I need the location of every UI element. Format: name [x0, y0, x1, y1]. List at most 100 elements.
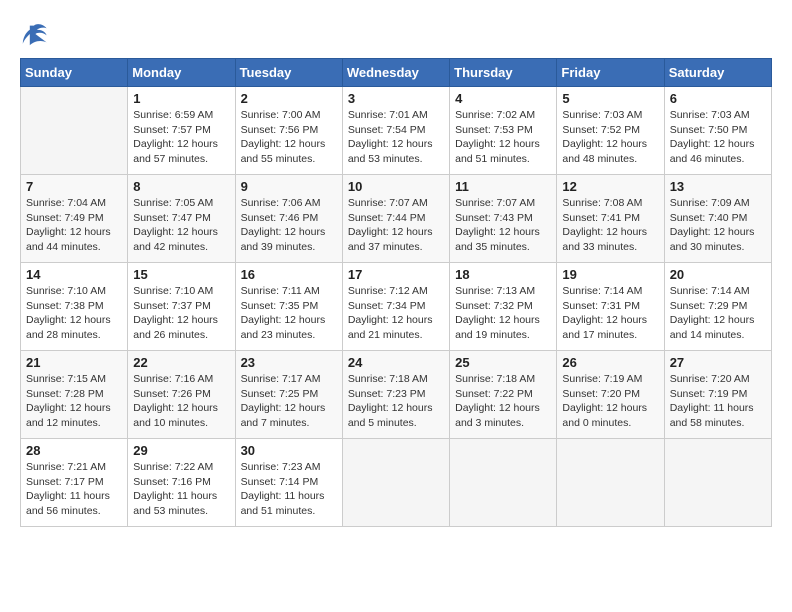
day-number: 17 — [348, 267, 444, 282]
calendar-cell: 4 Sunrise: 7:02 AMSunset: 7:53 PMDaylight… — [450, 87, 557, 175]
day-number: 11 — [455, 179, 551, 194]
day-info: Sunrise: 7:18 AMSunset: 7:23 PMDaylight:… — [348, 372, 444, 431]
day-number: 21 — [26, 355, 122, 370]
weekday-header: Wednesday — [342, 59, 449, 87]
day-number: 27 — [670, 355, 766, 370]
day-number: 7 — [26, 179, 122, 194]
calendar-cell: 10 Sunrise: 7:07 AMSunset: 7:44 PMDayligh… — [342, 175, 449, 263]
calendar-cell: 6 Sunrise: 7:03 AMSunset: 7:50 PMDaylight… — [664, 87, 771, 175]
calendar-cell: 19Sunrise: 7:14 AMSunset: 7:31 PMDayligh… — [557, 263, 664, 351]
day-number: 12 — [562, 179, 658, 194]
day-info: Sunrise: 7:19 AMSunset: 7:20 PMDaylight:… — [562, 372, 658, 431]
weekday-header: Saturday — [664, 59, 771, 87]
day-info: Sunrise: 7:10 AMSunset: 7:38 PMDaylight:… — [26, 284, 122, 343]
day-info: Sunrise: 7:07 AMSunset: 7:43 PMDaylight:… — [455, 196, 551, 255]
day-number: 13 — [670, 179, 766, 194]
day-number: 6 — [670, 91, 766, 106]
calendar-header: SundayMondayTuesdayWednesdayThursdayFrid… — [21, 59, 772, 87]
day-info: Sunrise: 7:02 AMSunset: 7:53 PMDaylight:… — [455, 108, 551, 167]
day-info: Sunrise: 7:12 AMSunset: 7:34 PMDaylight:… — [348, 284, 444, 343]
day-number: 23 — [241, 355, 337, 370]
calendar-cell: 17 Sunrise: 7:12 AMSunset: 7:34 PMDayligh… — [342, 263, 449, 351]
calendar-cell: 25Sunrise: 7:18 AMSunset: 7:22 PMDayligh… — [450, 351, 557, 439]
calendar-cell — [557, 439, 664, 527]
calendar-cell: 11 Sunrise: 7:07 AMSunset: 7:43 PMDayligh… — [450, 175, 557, 263]
day-info: Sunrise: 7:06 AMSunset: 7:46 PMDaylight:… — [241, 196, 337, 255]
day-info: Sunrise: 7:14 AMSunset: 7:29 PMDaylight:… — [670, 284, 766, 343]
calendar-table: SundayMondayTuesdayWednesdayThursdayFrid… — [20, 58, 772, 527]
calendar-cell: 8 Sunrise: 7:05 AMSunset: 7:47 PMDaylight… — [128, 175, 235, 263]
weekday-header: Tuesday — [235, 59, 342, 87]
weekday-header: Monday — [128, 59, 235, 87]
day-number: 1 — [133, 91, 229, 106]
calendar-cell: 26 Sunrise: 7:19 AMSunset: 7:20 PMDayligh… — [557, 351, 664, 439]
day-info: Sunrise: 7:03 AMSunset: 7:50 PMDaylight:… — [670, 108, 766, 167]
weekday-header: Friday — [557, 59, 664, 87]
calendar-cell: 15 Sunrise: 7:10 AMSunset: 7:37 PMDayligh… — [128, 263, 235, 351]
day-info: Sunrise: 7:13 AMSunset: 7:32 PMDaylight:… — [455, 284, 551, 343]
day-info: Sunrise: 7:04 AMSunset: 7:49 PMDaylight:… — [26, 196, 122, 255]
calendar-cell: 12 Sunrise: 7:08 AMSunset: 7:41 PMDayligh… — [557, 175, 664, 263]
calendar-week: 7 Sunrise: 7:04 AMSunset: 7:49 PMDaylight… — [21, 175, 772, 263]
day-number: 28 — [26, 443, 122, 458]
calendar-week: 14Sunrise: 7:10 AMSunset: 7:38 PMDayligh… — [21, 263, 772, 351]
day-number: 26 — [562, 355, 658, 370]
calendar-cell — [664, 439, 771, 527]
calendar-body: 1 Sunrise: 6:59 AMSunset: 7:57 PMDaylight… — [21, 87, 772, 527]
calendar-cell: 30 Sunrise: 7:23 AMSunset: 7:14 PMDayligh… — [235, 439, 342, 527]
day-info: Sunrise: 7:20 AMSunset: 7:19 PMDaylight:… — [670, 372, 766, 431]
day-info: Sunrise: 7:10 AMSunset: 7:37 PMDaylight:… — [133, 284, 229, 343]
day-info: Sunrise: 7:03 AMSunset: 7:52 PMDaylight:… — [562, 108, 658, 167]
day-info: Sunrise: 7:22 AMSunset: 7:16 PMDaylight:… — [133, 460, 229, 519]
calendar-cell: 9Sunrise: 7:06 AMSunset: 7:46 PMDaylight… — [235, 175, 342, 263]
day-number: 4 — [455, 91, 551, 106]
calendar-cell: 3Sunrise: 7:01 AMSunset: 7:54 PMDaylight… — [342, 87, 449, 175]
day-info: Sunrise: 7:07 AMSunset: 7:44 PMDaylight:… — [348, 196, 444, 255]
logo-icon — [20, 20, 48, 48]
calendar-cell: 1 Sunrise: 6:59 AMSunset: 7:57 PMDaylight… — [128, 87, 235, 175]
calendar-cell: 28 Sunrise: 7:21 AMSunset: 7:17 PMDayligh… — [21, 439, 128, 527]
day-info: Sunrise: 7:15 AMSunset: 7:28 PMDaylight:… — [26, 372, 122, 431]
calendar-cell: 24Sunrise: 7:18 AMSunset: 7:23 PMDayligh… — [342, 351, 449, 439]
calendar-cell — [342, 439, 449, 527]
day-info: Sunrise: 7:11 AMSunset: 7:35 PMDaylight:… — [241, 284, 337, 343]
day-number: 22 — [133, 355, 229, 370]
day-number: 15 — [133, 267, 229, 282]
calendar-cell: 21 Sunrise: 7:15 AMSunset: 7:28 PMDayligh… — [21, 351, 128, 439]
calendar-cell: 5 Sunrise: 7:03 AMSunset: 7:52 PMDaylight… — [557, 87, 664, 175]
calendar-cell: 7 Sunrise: 7:04 AMSunset: 7:49 PMDaylight… — [21, 175, 128, 263]
day-info: Sunrise: 7:09 AMSunset: 7:40 PMDaylight:… — [670, 196, 766, 255]
day-number: 3 — [348, 91, 444, 106]
day-info: Sunrise: 6:59 AMSunset: 7:57 PMDaylight:… — [133, 108, 229, 167]
calendar-cell: 22Sunrise: 7:16 AMSunset: 7:26 PMDayligh… — [128, 351, 235, 439]
day-number: 16 — [241, 267, 337, 282]
calendar-week: 21 Sunrise: 7:15 AMSunset: 7:28 PMDayligh… — [21, 351, 772, 439]
calendar-cell: 18 Sunrise: 7:13 AMSunset: 7:32 PMDayligh… — [450, 263, 557, 351]
weekday-header: Thursday — [450, 59, 557, 87]
calendar-cell: 23 Sunrise: 7:17 AMSunset: 7:25 PMDayligh… — [235, 351, 342, 439]
calendar-cell: 16 Sunrise: 7:11 AMSunset: 7:35 PMDayligh… — [235, 263, 342, 351]
day-info: Sunrise: 7:17 AMSunset: 7:25 PMDaylight:… — [241, 372, 337, 431]
day-number: 8 — [133, 179, 229, 194]
day-number: 30 — [241, 443, 337, 458]
calendar-cell — [450, 439, 557, 527]
day-info: Sunrise: 7:23 AMSunset: 7:14 PMDaylight:… — [241, 460, 337, 519]
calendar-week: 28 Sunrise: 7:21 AMSunset: 7:17 PMDayligh… — [21, 439, 772, 527]
day-number: 5 — [562, 91, 658, 106]
day-info: Sunrise: 7:21 AMSunset: 7:17 PMDaylight:… — [26, 460, 122, 519]
day-number: 29 — [133, 443, 229, 458]
calendar-cell: 20 Sunrise: 7:14 AMSunset: 7:29 PMDayligh… — [664, 263, 771, 351]
day-number: 25 — [455, 355, 551, 370]
calendar-cell: 2Sunrise: 7:00 AMSunset: 7:56 PMDaylight… — [235, 87, 342, 175]
calendar-cell: 13 Sunrise: 7:09 AMSunset: 7:40 PMDayligh… — [664, 175, 771, 263]
day-number: 19 — [562, 267, 658, 282]
weekday-header: Sunday — [21, 59, 128, 87]
logo — [20, 20, 54, 48]
day-info: Sunrise: 7:05 AMSunset: 7:47 PMDaylight:… — [133, 196, 229, 255]
calendar-cell: 14Sunrise: 7:10 AMSunset: 7:38 PMDayligh… — [21, 263, 128, 351]
day-number: 20 — [670, 267, 766, 282]
day-number: 10 — [348, 179, 444, 194]
day-info: Sunrise: 7:08 AMSunset: 7:41 PMDaylight:… — [562, 196, 658, 255]
calendar-week: 1 Sunrise: 6:59 AMSunset: 7:57 PMDaylight… — [21, 87, 772, 175]
day-number: 18 — [455, 267, 551, 282]
